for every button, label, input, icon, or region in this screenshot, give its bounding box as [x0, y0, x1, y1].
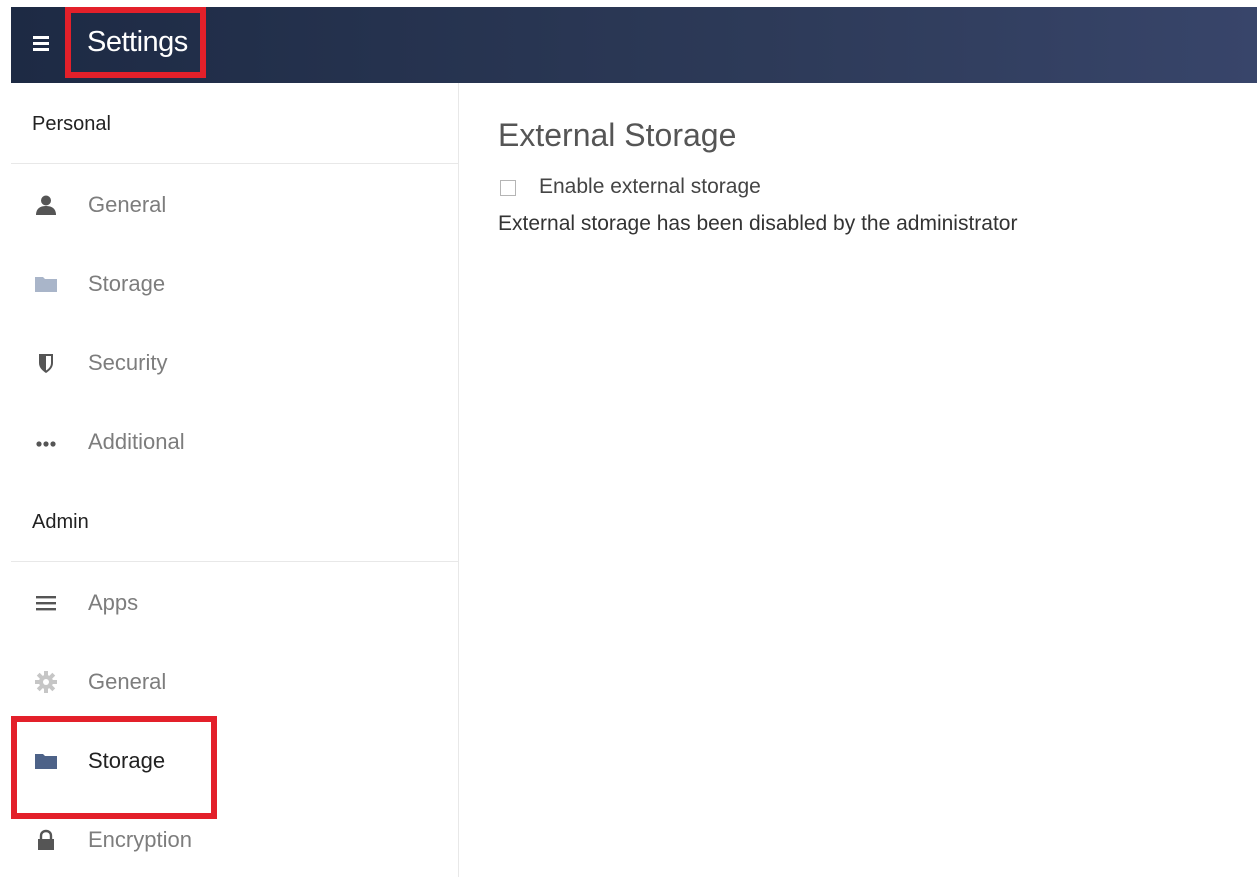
folder-icon [35, 754, 57, 769]
sidebar-item-personal-security[interactable]: Security [11, 322, 458, 401]
sidebar-item-personal-storage[interactable]: Storage [11, 243, 458, 322]
hamburger-menu-icon[interactable] [33, 33, 53, 55]
main-content: External Storage Enable external storage… [498, 117, 1017, 235]
enable-external-storage-checkbox[interactable] [500, 180, 516, 196]
page-title: Settings [87, 26, 188, 58]
sidebar-item-label: Security [88, 350, 168, 375]
sidebar-item-admin-general[interactable]: General [11, 641, 458, 720]
user-icon [36, 195, 56, 215]
sidebar-item-label: General [88, 192, 167, 217]
more-dots-icon [36, 441, 56, 447]
sidebar: Personal General Storage Security Additi… [11, 83, 459, 877]
sidebar-item-personal-general[interactable]: General [11, 164, 458, 243]
sidebar-item-label: Storage [88, 271, 166, 296]
section-personal-title: Personal [32, 113, 111, 135]
disabled-notice: External storage has been disabled by th… [498, 212, 1018, 235]
enable-external-storage-label[interactable]: Enable external storage [539, 175, 761, 199]
sidebar-item-label: Storage [88, 748, 166, 773]
sidebar-item-admin-storage[interactable]: Storage [11, 720, 458, 799]
section-heading: External Storage [498, 117, 737, 153]
section-admin: Admin [11, 481, 458, 562]
sidebar-item-label: Encryption [88, 827, 192, 852]
lock-icon [38, 829, 54, 850]
sidebar-item-admin-apps[interactable]: Apps [11, 562, 458, 641]
sidebar-item-label: Apps [88, 590, 139, 615]
app-window: Settings Personal General Storage Securi [11, 7, 1257, 877]
shield-icon [39, 354, 53, 373]
top-bar: Settings [11, 7, 1257, 83]
list-icon [36, 596, 56, 611]
section-admin-title: Admin [32, 511, 89, 533]
folder-icon [35, 277, 57, 292]
sidebar-item-admin-encryption[interactable]: Encryption [11, 799, 458, 878]
section-personal: Personal [11, 83, 458, 164]
gear-icon [35, 671, 57, 693]
sidebar-item-label: General [88, 669, 167, 694]
sidebar-item-label: Additional [88, 429, 185, 454]
enable-external-storage-toggle[interactable]: Enable external storage [500, 175, 900, 203]
sidebar-item-personal-additional[interactable]: Additional [11, 401, 458, 480]
